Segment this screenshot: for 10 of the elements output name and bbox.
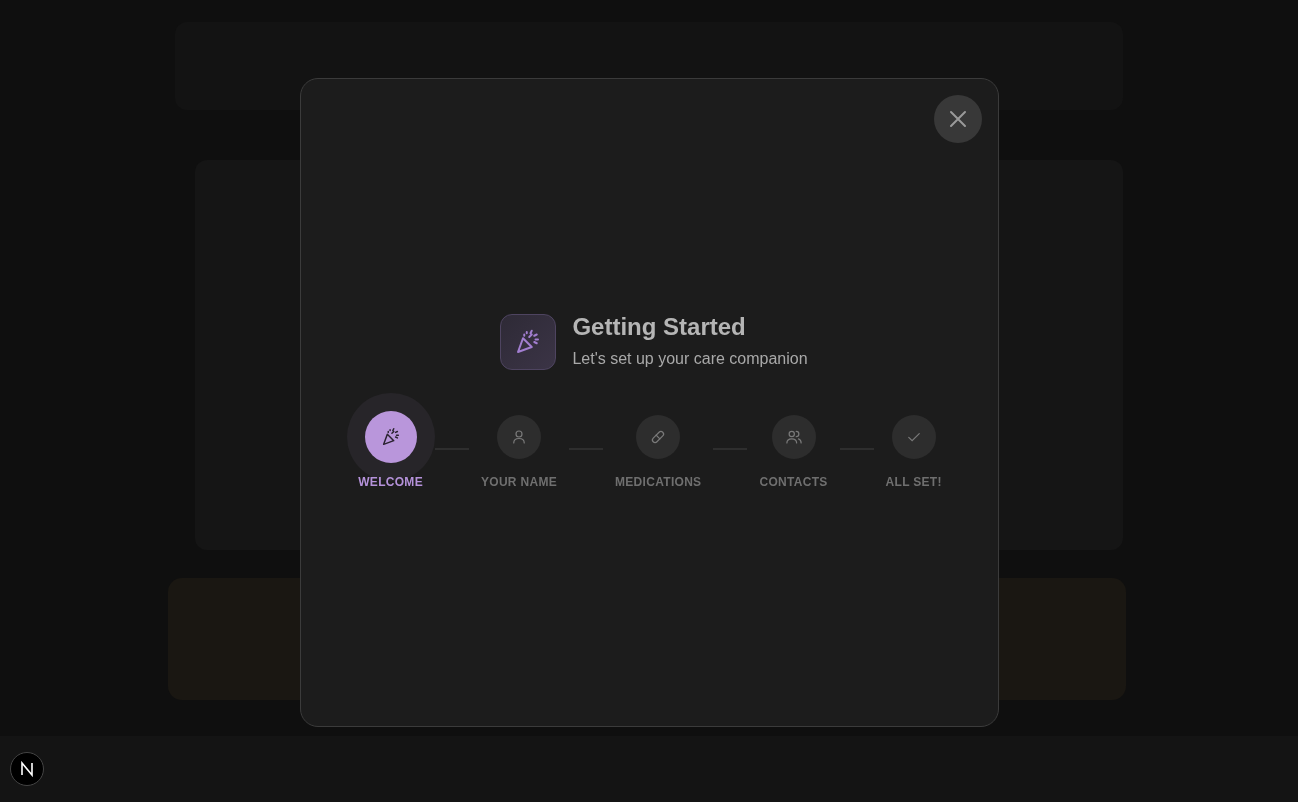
step-label: WELCOME (358, 474, 423, 492)
dialog-subtitle: Let's set up your care companion (572, 349, 808, 370)
step-label: YOUR NAME (480, 474, 557, 492)
close-icon (948, 109, 967, 128)
step-label: ALL SET! (885, 474, 942, 492)
step-label: MEDICATIONS (615, 474, 702, 492)
step-label: CONTACTS (759, 474, 828, 492)
people-icon (784, 428, 803, 447)
dialog-title: Getting Started (572, 312, 747, 342)
person-icon (510, 428, 528, 447)
